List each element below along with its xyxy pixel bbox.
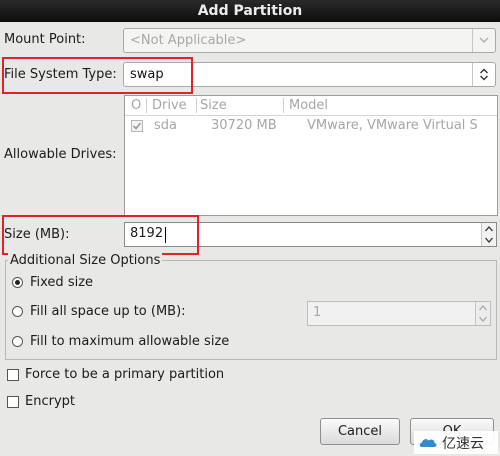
- drive-checkbox[interactable]: [131, 120, 143, 132]
- fill-max-label[interactable]: Fill to maximum allowable size: [30, 333, 229, 351]
- fs-type-highlight: [2, 57, 193, 94]
- column-divider: [283, 98, 284, 113]
- cancel-button[interactable]: Cancel: [320, 418, 400, 445]
- radio-unselected-icon: [12, 306, 23, 317]
- select-column-header: O: [131, 98, 142, 113]
- table-row[interactable]: sda 30720 MB VMware, VMware Virtual S: [125, 116, 497, 136]
- force-primary-checkbox[interactable]: [7, 369, 19, 381]
- size-column-header[interactable]: Size: [200, 98, 227, 113]
- cloud-logo-icon: [419, 438, 437, 447]
- window-titlebar: Add Partition: [0, 0, 500, 22]
- size-highlight: [2, 215, 199, 255]
- model-column-header[interactable]: Model: [289, 98, 328, 113]
- spin-arrows-icon: [485, 226, 493, 243]
- checkmark-icon: [132, 122, 142, 130]
- radio-selected-icon: [12, 277, 23, 288]
- encrypt-checkbox[interactable]: [7, 396, 19, 408]
- window-title: Add Partition: [197, 3, 303, 19]
- column-divider: [146, 98, 147, 113]
- fill-up-to-label[interactable]: Fill all space up to (MB):: [30, 303, 186, 321]
- size-options-title: Additional Size Options: [8, 252, 163, 270]
- mount-point-combo[interactable]: <Not Applicable>: [123, 28, 496, 53]
- fill-up-to-spinner[interactable]: 1: [307, 301, 491, 326]
- drive-column-header[interactable]: Drive: [152, 98, 187, 113]
- mount-point-value: <Not Applicable>: [130, 33, 247, 48]
- watermark-text: 亿速云: [442, 435, 484, 452]
- spinner-arrows[interactable]: [481, 223, 496, 246]
- fill-max-radio[interactable]: [12, 336, 24, 348]
- encrypt-label[interactable]: Encrypt: [25, 393, 75, 411]
- drive-name-cell: sda: [154, 118, 177, 133]
- allowable-drives-label: Allowable Drives:: [4, 147, 117, 162]
- radio-unselected-icon: [12, 336, 23, 347]
- fill-up-to-value: 1: [313, 305, 322, 320]
- spin-arrows-icon: [479, 305, 487, 322]
- drive-size-cell: 30720 MB: [211, 118, 277, 133]
- drive-model-cell: VMware, VMware Virtual S: [307, 118, 478, 133]
- cancel-button-label: Cancel: [337, 424, 383, 439]
- column-divider: [196, 98, 197, 113]
- chevron-down-icon: [472, 29, 495, 52]
- spinner-arrows[interactable]: [475, 302, 490, 325]
- updown-icon: [472, 63, 495, 86]
- fill-up-to-radio[interactable]: [12, 306, 24, 318]
- mount-point-label: Mount Point:: [4, 32, 86, 47]
- watermark: 亿速云: [414, 431, 498, 454]
- drives-table-header: O Drive Size Model: [125, 96, 497, 116]
- fixed-size-radio[interactable]: [12, 277, 24, 289]
- force-primary-label[interactable]: Force to be a primary partition: [25, 366, 224, 384]
- fixed-size-label[interactable]: Fixed size: [30, 274, 93, 292]
- drives-table[interactable]: O Drive Size Model sda 30720 MB VMware, …: [124, 95, 498, 216]
